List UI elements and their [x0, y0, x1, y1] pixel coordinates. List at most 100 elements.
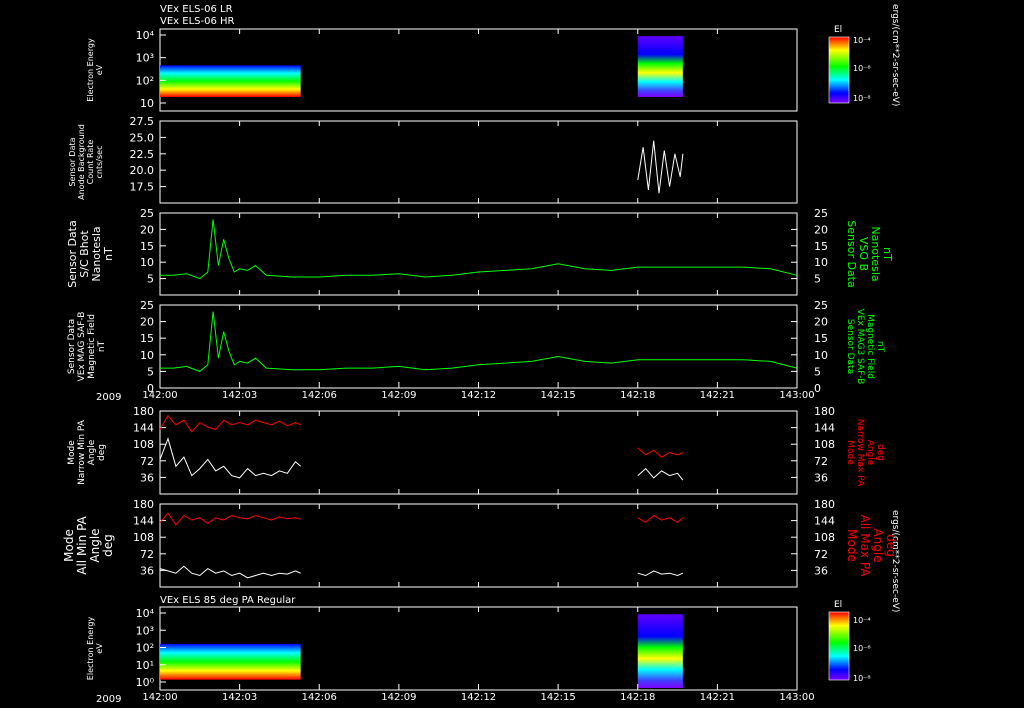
y-tick-label-right-4-3: 72 [814, 455, 828, 468]
y-tick-label-right-2-2: 15 [814, 240, 828, 253]
y-tick-label-0-1: 10³ [136, 52, 154, 65]
right-axis-label-5-2: Angle [871, 528, 885, 562]
x-tick-label-3-4: 142:12 [461, 390, 496, 401]
colorbar-bottom-unit: ergs/(cm**2-sr-sec-eV) [890, 510, 900, 612]
y-tick-label-3-0: 25 [140, 299, 154, 312]
x-tick-label-3-6: 142:18 [620, 390, 655, 401]
y-tick-label-right-3-4: 5 [814, 365, 821, 378]
y-tick-label-4-4: 36 [140, 471, 154, 484]
right-axis-label-2-2: Nanotesla [869, 226, 882, 281]
y-axis-label-3-1: VEx MAG SAF-B [77, 312, 87, 382]
x-tick-label-6-0: 142:00 [142, 692, 177, 703]
right-axis-label-4-1: Narrow Max PA [855, 419, 865, 487]
right-axis-label-3-2: Magnetic Field [865, 314, 875, 379]
colorbar-bottom-tick-2: 10⁻⁶ [853, 644, 871, 653]
y-tick-label-right-2-0: 25 [814, 207, 828, 220]
right-axis-label-2-0: Sensor Data [845, 220, 858, 287]
colorbar-top-label: El [834, 25, 842, 35]
y-tick-label-right-3-0: 25 [814, 299, 828, 312]
x-tick-label-6-5: 142:15 [541, 692, 576, 703]
colorbar-bottom-tick-3: 10⁻⁸ [853, 674, 871, 683]
right-axis-label-2-1: VSO B [857, 237, 870, 271]
x-tick-label-6-2: 142:06 [302, 692, 337, 703]
x-tick-label-6-8: 143:00 [779, 692, 814, 703]
y-tick-label-1-1: 25.0 [130, 131, 155, 144]
y-tick-label-2-4: 5 [147, 273, 154, 286]
y-axis-label-6-0: Electron Energy [86, 617, 95, 681]
x-tick-label-6-6: 142:18 [620, 692, 655, 703]
y-axis-label-0-0: Electron Energy [86, 38, 95, 102]
y-axis-label-5-1: All Min PA [75, 515, 89, 574]
y-tick-label-right-5-0: 180 [814, 498, 835, 511]
y-tick-label-2-0: 25 [140, 207, 154, 220]
y-tick-label-1-4: 17.5 [130, 181, 155, 194]
header-line-1: VEx ELS-06 LR [160, 4, 233, 15]
y-tick-label-right-3-2: 15 [814, 332, 828, 345]
y-axis-label-0-1: eV [95, 64, 104, 75]
y-axis-label-5-0: Mode [62, 529, 76, 562]
y-tick-label-2-3: 10 [140, 256, 154, 269]
y-tick-label-3-3: 10 [140, 349, 154, 362]
colorbar-bottom [828, 611, 850, 681]
footer-panel-title: VEx ELS 85 deg PA Regular [160, 595, 296, 606]
heatmap-block-top-late [637, 36, 683, 97]
x-tick-label-3-3: 142:09 [381, 390, 416, 401]
y-axis-label-3-0: Sensor Data [67, 319, 77, 374]
y-tick-label-1-3: 20.0 [130, 164, 155, 177]
right-axis-label-4-3: deg [875, 444, 885, 461]
plot-stage: VEx ELS-06 LR VEx ELS-06 HR VEx ELS 85 d… [0, 0, 1024, 708]
y-axis-label-1-3: cnts/sec [95, 146, 104, 179]
y-axis-label-4-3: deg [97, 444, 107, 461]
y-tick-label-right-2-3: 10 [814, 256, 828, 269]
y-tick-label-6-1: 10³ [136, 624, 154, 637]
y-tick-label-right-5-4: 36 [814, 564, 828, 577]
y-tick-label-right-2-4: 5 [814, 273, 821, 286]
y-tick-label-right-4-2: 108 [814, 438, 835, 451]
x-tick-label-6-7: 142:21 [700, 692, 735, 703]
y-axis-label-6-1: eV [95, 643, 104, 654]
y-axis-label-3-2: Magnetic Field [87, 314, 97, 379]
colorbar-top [828, 36, 850, 104]
colorbar-bottom-tick-1: 10⁻⁴ [853, 616, 871, 625]
x-tick-label-3-7: 142:21 [700, 390, 735, 401]
right-axis-label-5-0: Mode [845, 529, 859, 562]
y-axis-label-2-3: nT [102, 247, 115, 261]
colorbar-top-tick-3: 10⁻⁸ [853, 94, 871, 103]
x-tick-label-6-4: 142:12 [461, 692, 496, 703]
y-tick-label-6-0: 10⁴ [136, 607, 155, 620]
y-tick-label-2-1: 20 [140, 223, 154, 236]
right-axis-label-3-0: Sensor Data [845, 319, 855, 374]
y-tick-label-0-0: 10⁴ [136, 29, 155, 42]
y-tick-label-5-0: 180 [133, 498, 154, 511]
y-tick-label-5-2: 108 [133, 531, 154, 544]
y-axis-label-1-1: Anode Background [77, 124, 86, 200]
year-label-mid: 2009 [96, 392, 121, 403]
y-tick-label-2-2: 15 [140, 240, 154, 253]
right-axis-label-3-3: nT [875, 341, 885, 353]
right-axis-label-2-3: nT [881, 247, 894, 261]
x-tick-label-3-2: 142:06 [302, 390, 337, 401]
y-axis-label-5-2: Angle [88, 528, 102, 562]
right-axis-label-3-1: VEx MAG3 SAF-B [855, 309, 865, 385]
x-tick-label-6-1: 142:03 [222, 692, 257, 703]
year-label-bottom: 2009 [96, 694, 121, 705]
y-tick-label-1-0: 27.5 [130, 115, 155, 128]
y-axis-label-5-3: deg [101, 534, 115, 557]
y-tick-label-right-4-1: 144 [814, 422, 835, 435]
x-tick-label-3-5: 142:15 [541, 390, 576, 401]
y-tick-label-right-4-0: 180 [814, 405, 835, 418]
right-axis-label-4-0: Mode [845, 440, 855, 465]
heatmap-block-bottom-late [637, 614, 683, 688]
y-tick-label-0-3: 10 [140, 97, 154, 110]
y-axis-label-1-2: Count Rate [86, 140, 95, 185]
x-tick-label-3-0: 142:00 [142, 390, 177, 401]
y-tick-label-right-5-1: 144 [814, 515, 835, 528]
y-tick-label-right-4-4: 36 [814, 471, 828, 484]
y-axis-label-4-1: Narrow Min PA [77, 419, 87, 485]
y-tick-label-6-3: 10¹ [136, 659, 154, 672]
y-tick-label-5-4: 36 [140, 564, 154, 577]
y-tick-label-right-2-1: 20 [814, 223, 828, 236]
right-axis-label-4-2: Angle [865, 440, 875, 466]
y-tick-label-3-1: 20 [140, 316, 154, 329]
y-tick-label-right-5-2: 108 [814, 531, 835, 544]
